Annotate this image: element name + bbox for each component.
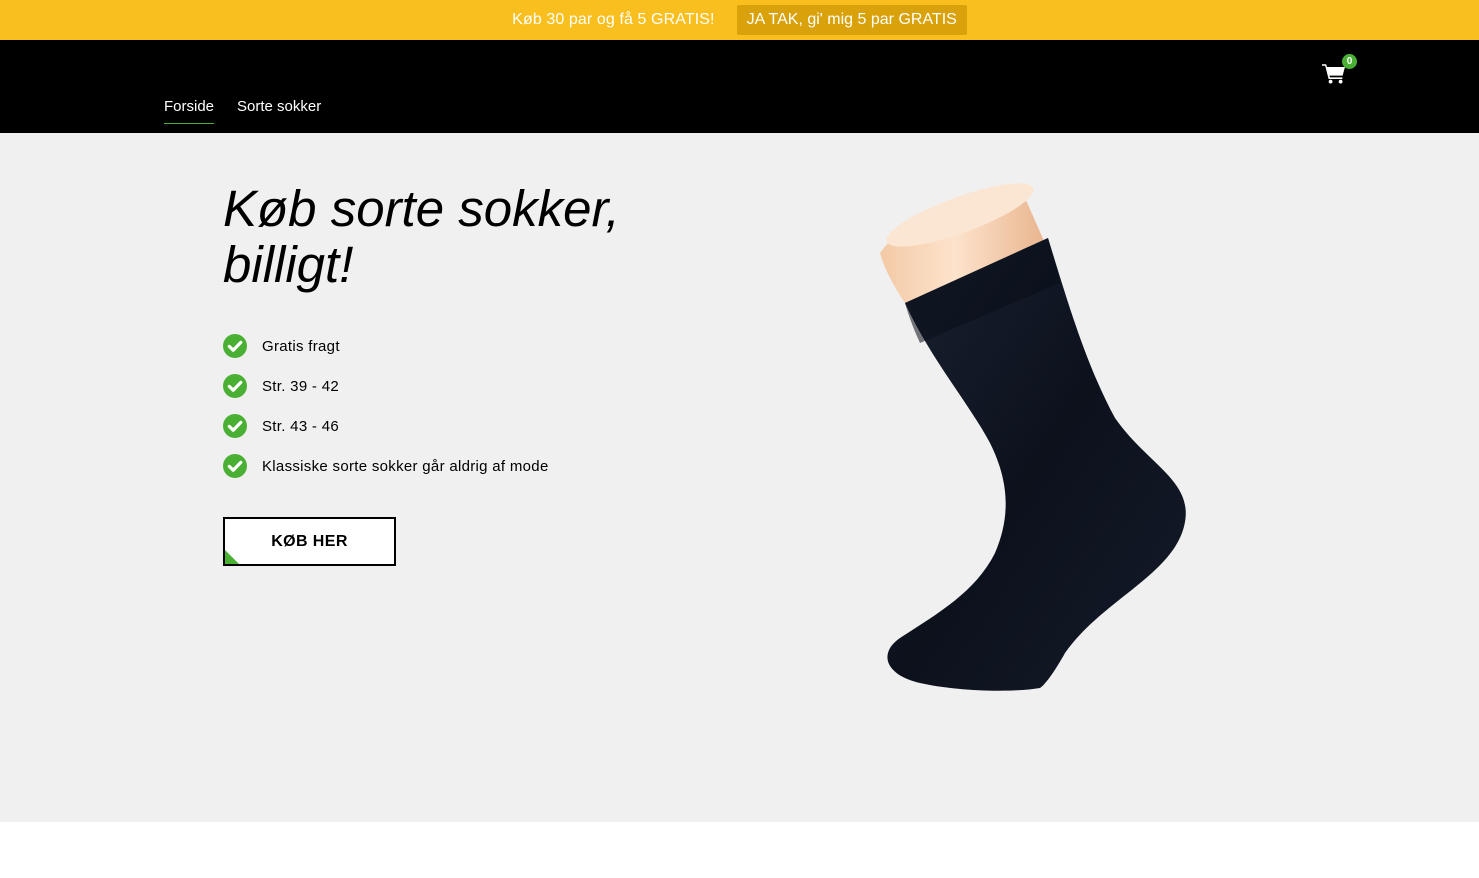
promo-bar: Køb 30 par og få 5 GRATIS! JA TAK, gi' m… <box>0 0 1479 40</box>
feature-item: Gratis fragt <box>223 326 549 366</box>
feature-item: Str. 43 - 46 <box>223 406 549 446</box>
hero-section: Køb sorte sokker, billigt! Gratis fragt … <box>0 133 1479 822</box>
nav-item-forside[interactable]: Forside <box>164 98 215 124</box>
site-header: 0 Forside Sorte sokker <box>0 40 1479 133</box>
shopping-cart-icon <box>1322 64 1345 84</box>
nav-item-sorte-sokker[interactable]: Sorte sokker <box>237 98 321 124</box>
promo-claim-button[interactable]: JA TAK, gi' mig 5 par GRATIS <box>736 5 967 35</box>
cart-button[interactable]: 0 <box>1322 54 1357 84</box>
feature-label: Str. 43 - 46 <box>262 417 339 435</box>
feature-item: Klassiske sorte sokker går aldrig af mod… <box>223 446 549 486</box>
buy-button-label: KØB HER <box>271 532 348 550</box>
feature-list: Gratis fragt Str. 39 - 42 Str. 43 - 46 K… <box>223 326 549 486</box>
buy-button[interactable]: KØB HER <box>223 517 396 566</box>
check-circle-icon <box>223 334 247 358</box>
black-sock-product-image <box>880 183 1186 691</box>
feature-item: Str. 39 - 42 <box>223 366 549 406</box>
feature-label: Str. 39 - 42 <box>262 377 339 395</box>
buy-button-corner-accent <box>225 550 239 564</box>
promo-text: Køb 30 par og få 5 GRATIS! <box>512 11 715 28</box>
cart-count-badge: 0 <box>1342 54 1357 69</box>
check-circle-icon <box>223 374 247 398</box>
hero-title: Køb sorte sokker, billigt! <box>223 180 620 293</box>
main-nav: Forside Sorte sokker <box>164 98 321 124</box>
feature-label: Gratis fragt <box>262 337 340 355</box>
feature-label: Klassiske sorte sokker går aldrig af mod… <box>262 457 549 475</box>
check-circle-icon <box>223 414 247 438</box>
check-circle-icon <box>223 454 247 478</box>
